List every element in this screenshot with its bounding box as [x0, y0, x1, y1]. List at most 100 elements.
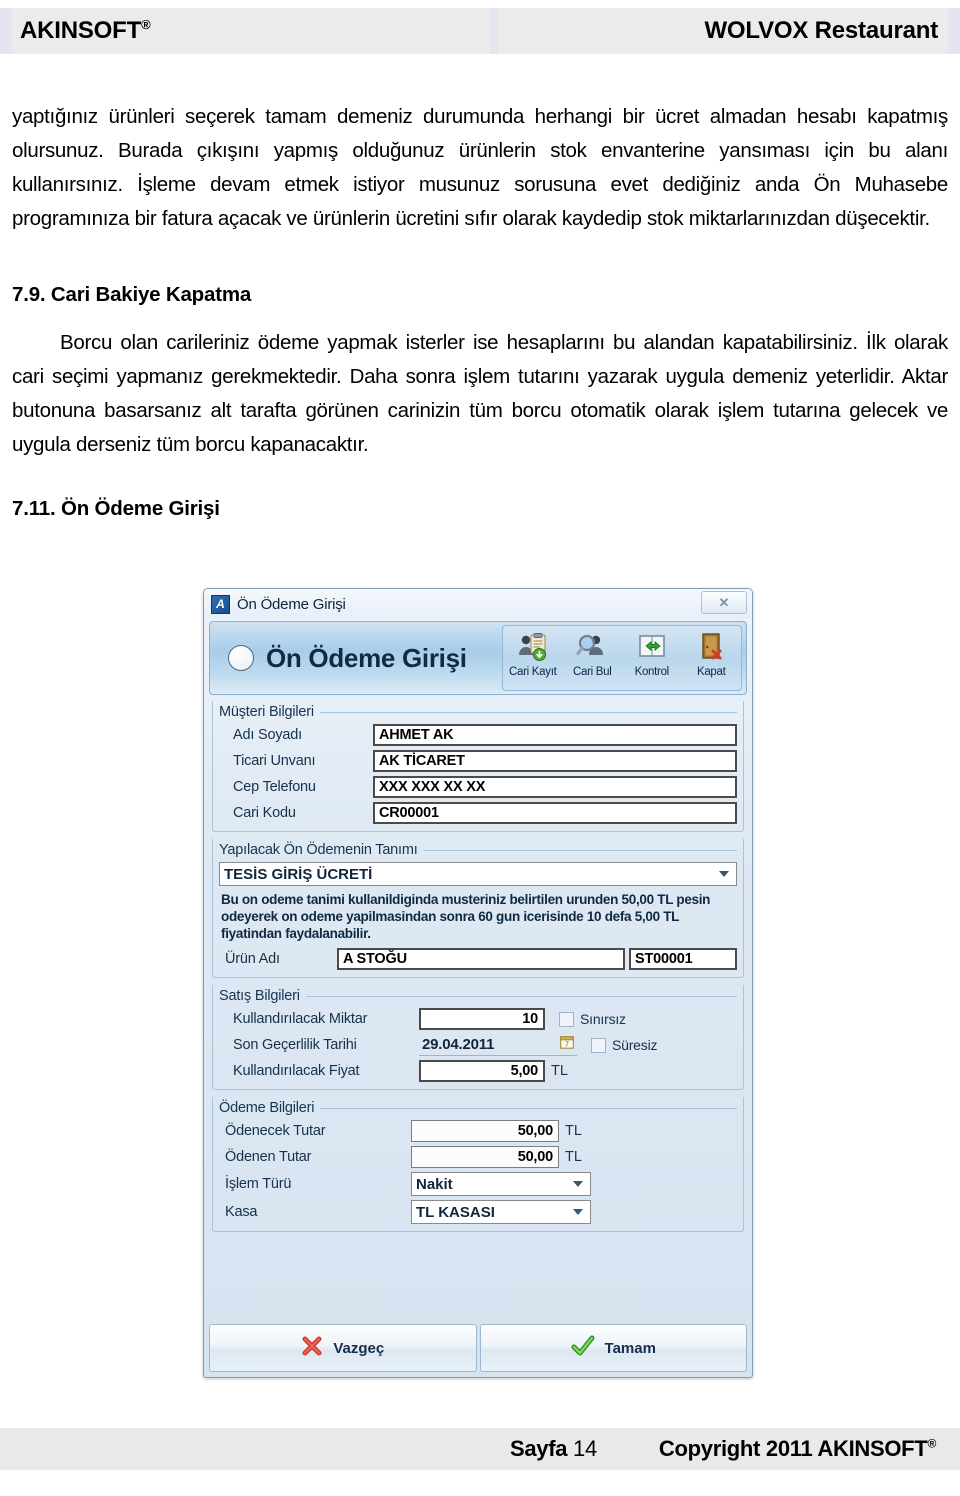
page-header: AKINSOFT® WOLVOX Restaurant — [0, 8, 960, 54]
son-gecerlilik-tarihi-input[interactable]: 29.04.2011 7 — [419, 1034, 577, 1056]
adi-soyadi-input[interactable]: AHMET AK — [373, 724, 737, 746]
sinirsiz-label: Sınırsız — [580, 1011, 626, 1027]
akinsoft-app-icon: A — [211, 594, 230, 614]
field-label: Adı Soyadı — [233, 727, 302, 743]
selected-option: Nakit — [416, 1175, 453, 1193]
toolbar-label: Cari Bul — [572, 666, 612, 678]
urun-kodu-input[interactable]: ST00001 — [629, 948, 737, 970]
fiyat-input[interactable]: 5,00 — [419, 1060, 545, 1082]
paragraph-continuation: yaptığınız ürünleri seçerek tamam demeni… — [12, 105, 948, 230]
dialog-body: Müşteri Bilgileri Adı Soyadı AHMET AK Ti… — [204, 695, 752, 1232]
field-label: Kullandırılacak Fiyat — [233, 1063, 360, 1079]
document-content: yaptığınız ürünleri seçerek tamam demeni… — [12, 100, 948, 526]
group-legend: Yapılacak Ön Ödemenin Tanımı — [219, 842, 737, 858]
fiyat-unit: TL — [551, 1063, 568, 1079]
close-icon[interactable]: ✕ — [701, 591, 747, 614]
cep-telefonu-input[interactable]: XXX XXX XX XX — [373, 776, 737, 798]
odenen-tutar-input[interactable]: 50,00 — [411, 1146, 559, 1168]
ticari-unvani-input[interactable]: AK TİCARET — [373, 750, 737, 772]
legend-rule — [305, 995, 737, 997]
toolbar-button-cari-kayit[interactable]: Cari Kayıt — [505, 629, 561, 678]
group-satis-bilgileri: Satış Bilgileri Kullandırılacak Miktar 1… — [212, 985, 744, 1090]
page-number: 14 — [573, 1436, 597, 1461]
cari-kodu-input[interactable]: CR00001 — [373, 802, 737, 824]
kasa-select[interactable]: TL KASASI — [411, 1200, 591, 1224]
tamam-button[interactable]: Tamam — [479, 1324, 747, 1372]
field-label: Ödenecek Tutar — [225, 1123, 326, 1139]
group-legend: Müşteri Bilgileri — [219, 704, 737, 720]
calendar-icon[interactable]: 7 — [560, 1035, 574, 1054]
registered-mark: ® — [927, 1436, 936, 1451]
tanim-description: Bu on odeme tanimi kullanildiginda muste… — [221, 892, 711, 941]
chevron-down-icon — [573, 1209, 583, 1215]
product-box: WOLVOX Restaurant — [498, 8, 948, 54]
legend-text: Müşteri Bilgileri — [219, 704, 314, 720]
odenecek-tutar-input[interactable]: 50,00 — [411, 1120, 559, 1142]
group-legend: Satış Bilgileri — [219, 988, 737, 1004]
legend-text: Satış Bilgileri — [219, 988, 300, 1004]
field-row-odenen-tutar: Ödenen Tutar 50,00 TL — [219, 1146, 737, 1168]
vazgec-label: Vazgeç — [333, 1339, 385, 1357]
paragraph-cari-bakiye: Borcu olan carileriniz ödeme yapmak iste… — [12, 331, 948, 456]
page-footer: Sayfa 14 Copyright 2011 AKINSOFT® — [0, 1428, 960, 1470]
date-value: 29.04.2011 — [422, 1036, 495, 1053]
sync-arrows-icon — [636, 629, 668, 665]
odenen-tutar-unit: TL — [565, 1149, 582, 1165]
dialog-toolbar: Cari Kayıt Cari Bul Kontrol Kapat — [502, 625, 742, 691]
dialog-banner: Ön Ödeme Girişi Cari Kayıt Cari Bul Kont… — [209, 621, 747, 695]
field-label: Cari Kodu — [233, 805, 296, 821]
toolbar-label: Kontrol — [634, 666, 670, 678]
field-label: İşlem Türü — [225, 1176, 292, 1192]
urun-adi-input[interactable]: A STOĞU — [337, 948, 625, 970]
field-row-ticari-unvani: Ticari Unvanı AK TİCARET — [219, 750, 737, 772]
group-on-odeme-tanimi: Yapılacak Ön Ödemenin Tanımı TESİS GİRİŞ… — [212, 839, 744, 978]
dialog-titlebar: A Ön Ödeme Girişi ✕ — [204, 589, 752, 619]
heading-7-9: 7.9. Cari Bakiye Kapatma — [12, 283, 252, 306]
selected-option: TESİS GİRİŞ ÜCRETİ — [224, 865, 373, 883]
user-search-icon — [576, 629, 608, 665]
user-record-add-icon — [517, 629, 549, 665]
field-row-fiyat: Kullandırılacak Fiyat 5,00 TL — [219, 1060, 737, 1082]
field-row-odenecek-tutar: Ödenecek Tutar 50,00 TL — [219, 1120, 737, 1142]
field-row-miktar: Kullandırılacak Miktar 10 Sınırsız — [219, 1008, 737, 1030]
banner-title: Ön Ödeme Girişi — [266, 642, 467, 673]
toolbar-button-kontrol[interactable]: Kontrol — [624, 629, 680, 678]
group-odeme-bilgileri: Ödeme Bilgileri Ödenecek Tutar 50,00 TL … — [212, 1097, 744, 1232]
page-indicator: Sayfa 14 — [509, 1436, 597, 1461]
miktar-input[interactable]: 10 — [419, 1008, 545, 1030]
on-odeme-tanimi-select[interactable]: TESİS GİRİŞ ÜCRETİ — [219, 862, 737, 886]
vazgec-button[interactable]: Vazgeç — [209, 1324, 477, 1372]
heading-7-11: 7.11. Ön Ödeme Girişi — [12, 497, 220, 520]
islem-turu-select[interactable]: Nakit — [411, 1172, 591, 1196]
field-row-kasa: Kasa TL KASASI — [219, 1200, 737, 1224]
odenecek-tutar-unit: TL — [565, 1123, 582, 1139]
field-row-tarih: Son Geçerlilik Tarihi 29.04.2011 7 Süres… — [219, 1034, 737, 1056]
group-musteri-bilgileri: Müşteri Bilgileri Adı Soyadı AHMET AK Ti… — [212, 701, 744, 832]
sinirsiz-checkbox[interactable] — [559, 1011, 574, 1027]
group-legend: Ödeme Bilgileri — [219, 1100, 737, 1116]
toolbar-button-cari-bul[interactable]: Cari Bul — [564, 629, 620, 678]
legend-text: Ödeme Bilgileri — [219, 1100, 315, 1116]
on-odeme-girisi-dialog-image: A Ön Ödeme Girişi ✕ Ön Ödeme Girişi Cari… — [203, 588, 753, 1378]
suresiz-checkbox[interactable] — [591, 1037, 606, 1053]
red-x-icon — [301, 1335, 323, 1361]
selected-option: TL KASASI — [416, 1203, 495, 1221]
door-close-icon — [695, 629, 727, 665]
tamam-label: Tamam — [604, 1339, 656, 1357]
field-label: Son Geçerlilik Tarihi — [233, 1037, 357, 1053]
legend-rule — [319, 711, 737, 713]
legend-rule — [423, 849, 737, 851]
toolbar-label: Cari Kayıt — [509, 666, 557, 678]
dialog-footer: Vazgeç Tamam — [209, 1324, 747, 1372]
product-name: WOLVOX Restaurant — [704, 17, 938, 44]
field-label: Ticari Unvanı — [233, 753, 316, 769]
chevron-down-icon — [719, 871, 729, 877]
green-check-icon — [571, 1335, 595, 1361]
dialog-window: A Ön Ödeme Girişi ✕ Ön Ödeme Girişi Cari… — [203, 588, 753, 1378]
field-row-adi-soyadi: Adı Soyadı AHMET AK — [219, 724, 737, 746]
suresiz-label: Süresiz — [612, 1037, 658, 1053]
toolbar-label: Kapat — [696, 666, 726, 678]
legend-rule — [320, 1107, 737, 1109]
dialog-title: Ön Ödeme Girişi — [237, 595, 346, 613]
toolbar-button-kapat[interactable]: Kapat — [683, 629, 739, 678]
